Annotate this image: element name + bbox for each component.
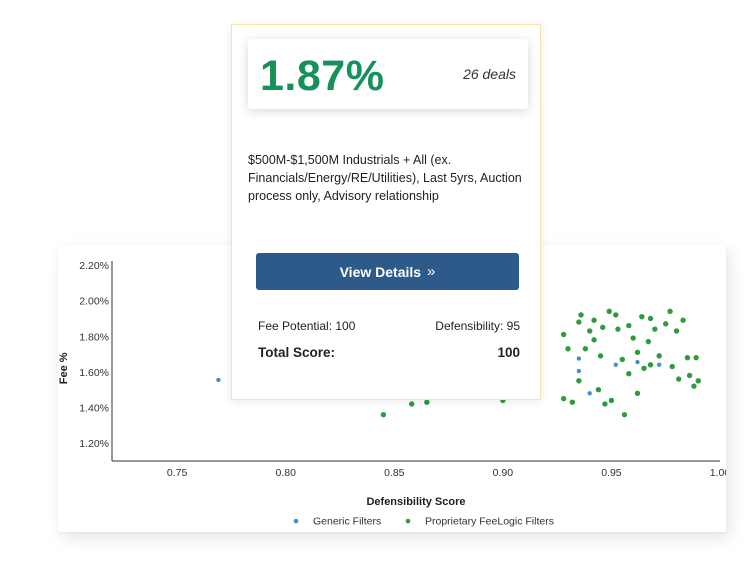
- defensibility-label: Defensibility: 95: [435, 319, 520, 333]
- fee-summary-box: 1.87% 26 deals: [248, 39, 528, 109]
- proprietary-data-point: [379, 411, 387, 419]
- generic-data-point: [587, 390, 593, 396]
- score-breakdown-row: Fee Potential: 100 Defensibility: 95: [258, 319, 520, 333]
- fee-value: 1.87%: [260, 52, 385, 100]
- proprietary-data-point: [612, 311, 620, 319]
- deal-count: 26 deals: [463, 66, 516, 82]
- proprietary-data-point: [607, 396, 615, 404]
- legend-proprietary-marker: [405, 518, 411, 524]
- proprietary-data-point: [590, 316, 598, 324]
- y-tick-label: 2.20%: [79, 260, 109, 272]
- proprietary-data-point: [668, 363, 676, 371]
- generic-data-point: [215, 377, 222, 383]
- x-tick-label: 0.90: [493, 467, 514, 479]
- total-score-value: 100: [497, 345, 520, 360]
- proprietary-data-point: [679, 316, 687, 324]
- proprietary-data-point: [633, 348, 641, 356]
- proprietary-data-point: [577, 311, 585, 319]
- generic-data-point: [656, 362, 662, 368]
- proprietary-data-point: [692, 354, 700, 362]
- view-details-label: View Details: [339, 263, 422, 280]
- proprietary-data-point: [690, 382, 698, 390]
- proprietary-data-point: [564, 345, 572, 353]
- fee-potential-label: Fee Potential: 100: [258, 319, 356, 333]
- proprietary-data-point: [601, 400, 609, 408]
- y-tick-label: 2.00%: [79, 296, 109, 308]
- proprietary-data-point: [675, 375, 683, 383]
- proprietary-data-point: [599, 323, 607, 331]
- x-axis-title: Defensibility Score: [366, 496, 465, 508]
- proprietary-data-point: [662, 320, 670, 328]
- proprietary-data-point: [647, 361, 655, 369]
- proprietary-data-point: [694, 377, 702, 385]
- double-chevron-right-icon: »: [427, 263, 436, 280]
- filter-description: $500M-$1,500M Industrials + All (ex. Fin…: [248, 153, 522, 203]
- proprietary-data-point: [629, 334, 637, 342]
- y-tick-label: 1.20%: [79, 438, 109, 450]
- generic-data-point: [576, 368, 582, 374]
- proprietary-data-point: [647, 314, 655, 322]
- generic-data-point: [634, 359, 641, 365]
- total-score-row: Total Score: 100: [258, 345, 520, 360]
- y-tick-label: 1.60%: [79, 367, 109, 379]
- proprietary-data-point: [625, 322, 633, 330]
- proprietary-data-point: [568, 398, 576, 406]
- proprietary-data-point: [586, 327, 594, 335]
- proprietary-data-point: [605, 307, 613, 315]
- proprietary-data-point: [423, 398, 431, 406]
- y-axis-title: Fee %: [58, 352, 70, 384]
- legend-generic-label: Generic Filters: [313, 516, 381, 528]
- proprietary-data-point: [625, 370, 633, 378]
- proprietary-data-point: [575, 318, 583, 326]
- legend-generic-marker: [293, 518, 299, 524]
- y-tick-label: 1.40%: [79, 403, 109, 415]
- x-tick-label: 0.95: [601, 467, 622, 479]
- proprietary-data-point: [560, 330, 568, 338]
- proprietary-data-point: [683, 354, 691, 362]
- proprietary-data-point: [686, 371, 694, 379]
- deal-tooltip: 1.87% 26 deals $500M-$1,500M Industrials…: [231, 24, 541, 400]
- proprietary-data-point: [620, 411, 628, 419]
- proprietary-data-point: [614, 325, 622, 333]
- proprietary-data-point: [560, 395, 568, 403]
- generic-data-point: [576, 355, 582, 362]
- proprietary-data-point: [655, 352, 663, 360]
- proprietary-data-point: [638, 313, 646, 321]
- proprietary-data-point: [590, 336, 598, 344]
- proprietary-data-point: [633, 389, 641, 397]
- y-tick-label: 1.80%: [79, 331, 109, 343]
- proprietary-data-point: [640, 364, 648, 372]
- legend-proprietary-label: Proprietary FeeLogic Filters: [425, 516, 554, 528]
- proprietary-data-point: [581, 345, 589, 353]
- x-tick-label: 0.75: [167, 467, 188, 479]
- generic-data-point: [613, 362, 619, 368]
- proprietary-data-point: [673, 327, 681, 335]
- proprietary-data-point: [651, 325, 659, 333]
- proprietary-data-point: [644, 338, 652, 346]
- proprietary-data-point: [597, 352, 605, 360]
- x-tick-label: 0.80: [275, 467, 296, 479]
- proprietary-data-point: [408, 400, 416, 408]
- x-tick-label: 1.00: [710, 467, 726, 479]
- total-score-label: Total Score:: [258, 345, 336, 360]
- proprietary-data-point: [575, 377, 583, 385]
- proprietary-data-point: [618, 355, 626, 363]
- proprietary-data-point: [666, 307, 674, 315]
- view-details-button[interactable]: View Details »: [256, 253, 519, 290]
- proprietary-data-point: [594, 386, 602, 394]
- x-tick-label: 0.85: [384, 467, 405, 479]
